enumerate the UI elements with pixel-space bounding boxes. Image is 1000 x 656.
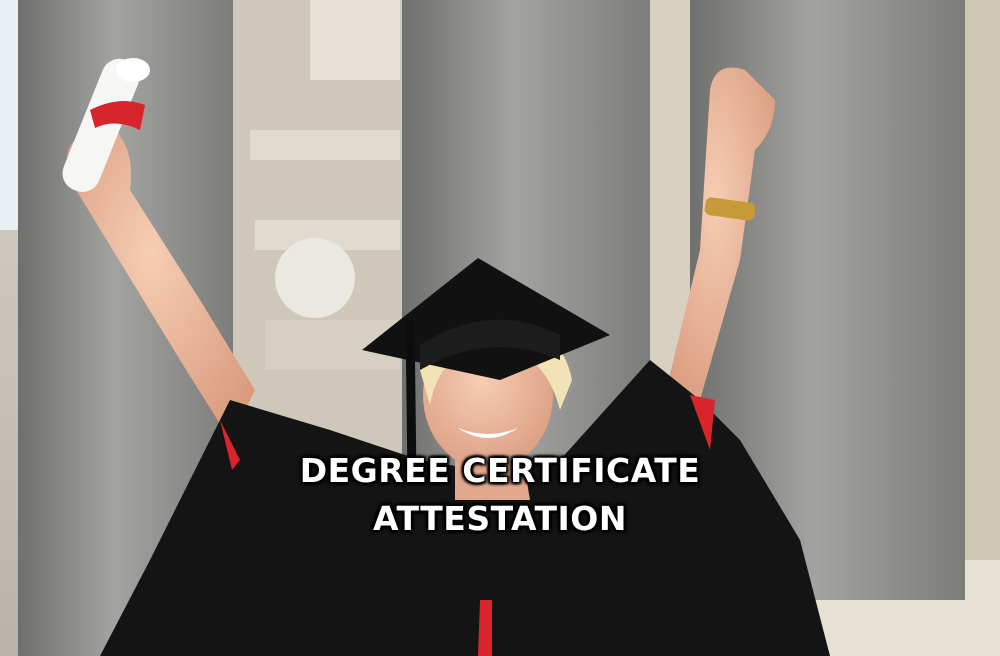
graduation-photo: DEGREE CERTIFICATE ATTESTATION — [0, 0, 1000, 656]
headline-caption: DEGREE CERTIFICATE ATTESTATION — [0, 447, 1000, 543]
caption-line-2: ATTESTATION — [373, 499, 627, 538]
photo-illustration — [0, 0, 1000, 656]
caption-line-1: DEGREE CERTIFICATE — [299, 451, 701, 490]
lamp-globe — [275, 238, 355, 318]
